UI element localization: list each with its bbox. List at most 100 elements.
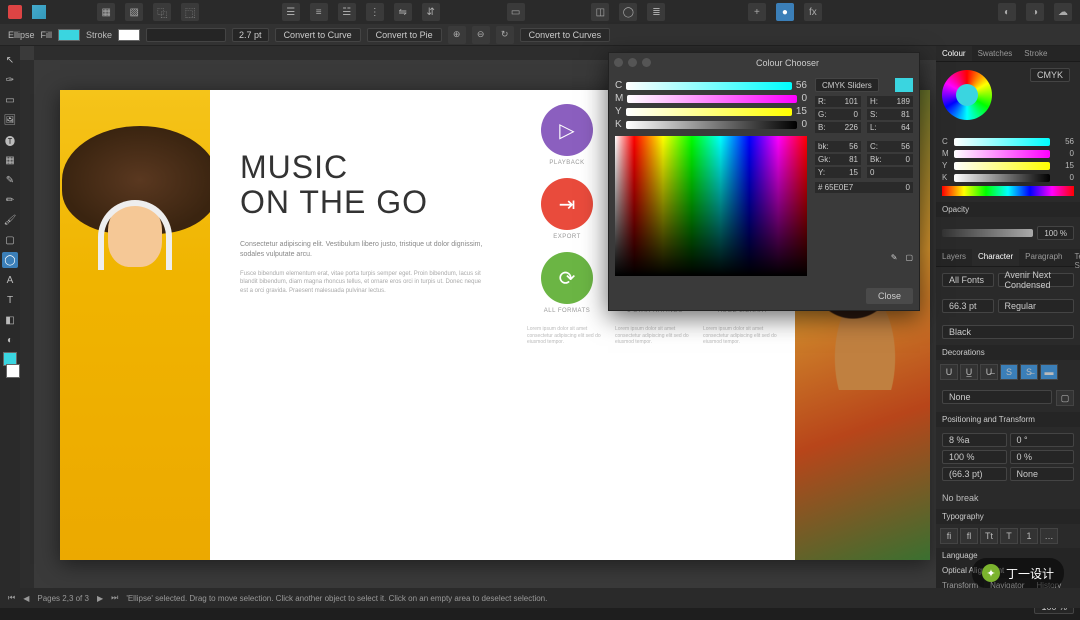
unlock-icon[interactable]: ⊖ bbox=[472, 26, 490, 44]
k-slider[interactable] bbox=[954, 174, 1050, 182]
add-swatch-icon[interactable]: ▢ bbox=[905, 253, 913, 262]
pos-spacing[interactable]: None bbox=[1010, 467, 1075, 481]
hero-image-left[interactable] bbox=[60, 90, 210, 560]
pos-t3[interactable]: 0 % bbox=[1010, 450, 1075, 464]
dialog-min-icon[interactable] bbox=[628, 58, 637, 67]
cc-r[interactable]: R:101 bbox=[815, 96, 861, 107]
page-nav-first-icon[interactable]: ⏮ bbox=[8, 593, 15, 603]
deco-none[interactable]: None bbox=[942, 390, 1052, 404]
snap-icon[interactable]: ◫ bbox=[591, 3, 609, 21]
tab-character[interactable]: Character bbox=[972, 249, 1019, 266]
convert-curve-button[interactable]: Convert to Curve bbox=[275, 28, 361, 42]
colour-chooser-dialog[interactable]: Colour Chooser C56 M0 Y15 K0 CMYK Slider… bbox=[608, 52, 920, 311]
tab-swatches[interactable]: Swatches bbox=[972, 46, 1019, 61]
account-icon[interactable]: ◐ bbox=[998, 3, 1016, 21]
cc-bk2[interactable]: Bk:0 bbox=[867, 154, 913, 165]
colour-mode[interactable]: CMYK bbox=[1030, 68, 1070, 82]
group-icon[interactable]: ⿻ bbox=[153, 3, 171, 21]
language-header[interactable]: Language bbox=[942, 551, 978, 560]
pos-scale[interactable]: 8 %a bbox=[942, 433, 1007, 447]
y-slider[interactable] bbox=[954, 162, 1050, 170]
align-right-icon[interactable]: ☱ bbox=[338, 3, 356, 21]
body-paragraph[interactable]: Fusce bibendum elementum erat, vitae por… bbox=[240, 270, 485, 295]
cc-c-slider[interactable] bbox=[626, 82, 792, 90]
eyedropper-icon[interactable]: ✎ bbox=[891, 253, 898, 262]
brush-tool-icon[interactable]: 🖌 bbox=[2, 212, 18, 228]
cc-y2[interactable]: Y:15 bbox=[815, 167, 861, 178]
add-page-icon[interactable]: + bbox=[748, 3, 766, 21]
lock-icon[interactable]: ⊕ bbox=[448, 26, 466, 44]
pen-tool-icon[interactable]: ✎ bbox=[2, 172, 18, 188]
convert-pie-button[interactable]: Convert to Pie bbox=[367, 28, 442, 42]
tab-stroke[interactable]: Stroke bbox=[1018, 46, 1053, 61]
cc-h[interactable]: H:189 bbox=[867, 96, 913, 107]
page-nav-next-icon[interactable]: ▶ bbox=[97, 594, 103, 603]
fill-tool-icon[interactable]: ◧ bbox=[2, 312, 18, 328]
artboard-tool-icon[interactable]: ▭ bbox=[2, 92, 18, 108]
typography-header[interactable]: Typography bbox=[942, 512, 984, 521]
strike-double-button[interactable]: S̶ bbox=[1020, 364, 1038, 380]
align-left-icon[interactable]: ☰ bbox=[282, 3, 300, 21]
cc-swatch[interactable] bbox=[895, 78, 913, 92]
opacity-value[interactable]: 100 % bbox=[1037, 226, 1074, 240]
typo-5[interactable]: 1 bbox=[1020, 528, 1038, 544]
ellipse-tool-icon[interactable]: ◯ bbox=[2, 252, 18, 268]
strike-s-button[interactable]: S bbox=[1000, 364, 1018, 380]
feature-icon-playback[interactable]: ▷PLAYBACK bbox=[527, 104, 607, 166]
pos-t2[interactable]: 100 % bbox=[942, 450, 1007, 464]
cloud-icon[interactable]: ☁ bbox=[1054, 3, 1072, 21]
cc-m-slider[interactable] bbox=[627, 95, 797, 103]
cc-mode[interactable]: CMYK Sliders bbox=[815, 78, 879, 92]
c-slider[interactable] bbox=[954, 138, 1050, 146]
cc-s[interactable]: S:81 bbox=[867, 109, 913, 120]
decorations-header[interactable]: Decorations bbox=[942, 348, 985, 357]
highlight-button[interactable]: ▬ bbox=[1040, 364, 1058, 380]
page-nav-last-icon[interactable]: ⏭ bbox=[111, 593, 118, 603]
font-color[interactable]: Black bbox=[942, 325, 1074, 339]
view-mode-icon[interactable]: ▭ bbox=[507, 3, 525, 21]
strikethrough-button[interactable]: U̶ bbox=[980, 364, 998, 380]
typo-6[interactable]: … bbox=[1040, 528, 1058, 544]
ungroup-icon[interactable]: ⿹ bbox=[181, 3, 199, 21]
pencil-tool-icon[interactable]: ✏ bbox=[2, 192, 18, 208]
cc-hex[interactable]: # 65E0E70 bbox=[815, 182, 913, 193]
cc-g[interactable]: G:0 bbox=[815, 109, 861, 120]
stroke-style[interactable] bbox=[146, 28, 226, 42]
font-family[interactable]: Avenir Next Condensed bbox=[998, 273, 1075, 287]
hue-strip[interactable] bbox=[942, 186, 1074, 196]
double-underline-button[interactable]: U̲ bbox=[960, 364, 978, 380]
feature-icon-export[interactable]: ⇥EXPORT bbox=[527, 178, 607, 240]
m-slider[interactable] bbox=[954, 150, 1050, 158]
tab-paragraph[interactable]: Paragraph bbox=[1019, 249, 1068, 266]
stroke-width-field[interactable]: 2.7 pt bbox=[232, 28, 269, 42]
deco-swatch[interactable]: ▢ bbox=[1056, 390, 1074, 406]
transparency-tool-icon[interactable]: ◐ bbox=[2, 332, 18, 348]
positioning-header[interactable]: Positioning and Transform bbox=[942, 415, 1035, 424]
pos-t1[interactable]: 0 ° bbox=[1010, 433, 1075, 447]
feature-icon-all-formats[interactable]: ⟳ALL FORMATS bbox=[527, 252, 607, 314]
table-tool-icon[interactable]: ▦ bbox=[2, 152, 18, 168]
tab-textstyles[interactable]: Text Styles bbox=[1069, 249, 1080, 266]
cc-l[interactable]: L:64 bbox=[867, 122, 913, 133]
colour-field[interactable] bbox=[615, 136, 807, 276]
flip-h-icon[interactable]: ⇋ bbox=[394, 3, 412, 21]
stroke-swatch[interactable] bbox=[118, 29, 140, 41]
fx-icon[interactable]: fx bbox=[804, 3, 822, 21]
no-break[interactable]: No break bbox=[942, 493, 979, 503]
move-tool-icon[interactable]: ↖ bbox=[2, 52, 18, 68]
text-tool-icon[interactable]: 🅣 bbox=[2, 132, 18, 148]
image-tool-icon[interactable]: 🖼 bbox=[2, 112, 18, 128]
close-button[interactable]: Close bbox=[866, 288, 913, 304]
font-collection[interactable]: All Fonts bbox=[942, 273, 994, 287]
caption-text[interactable]: Lorem ipsum dolor sit amet consectetur a… bbox=[527, 326, 607, 346]
swatch-bg[interactable] bbox=[6, 364, 20, 378]
caption-text[interactable]: Lorem ipsum dolor sit amet consectetur a… bbox=[615, 326, 695, 346]
node-tool-icon[interactable]: ✑ bbox=[2, 72, 18, 88]
convert-curves-button[interactable]: Convert to Curves bbox=[520, 28, 611, 42]
font-size[interactable]: 66.3 pt bbox=[942, 299, 994, 313]
typo-1[interactable]: ﬁ bbox=[940, 528, 958, 544]
intro-paragraph[interactable]: Consectetur adipiscing elit. Vestibulum … bbox=[240, 240, 485, 260]
cc-k-slider[interactable] bbox=[626, 121, 798, 129]
arrange-back-icon[interactable]: ▦ bbox=[97, 3, 115, 21]
underline-button[interactable]: U bbox=[940, 364, 958, 380]
